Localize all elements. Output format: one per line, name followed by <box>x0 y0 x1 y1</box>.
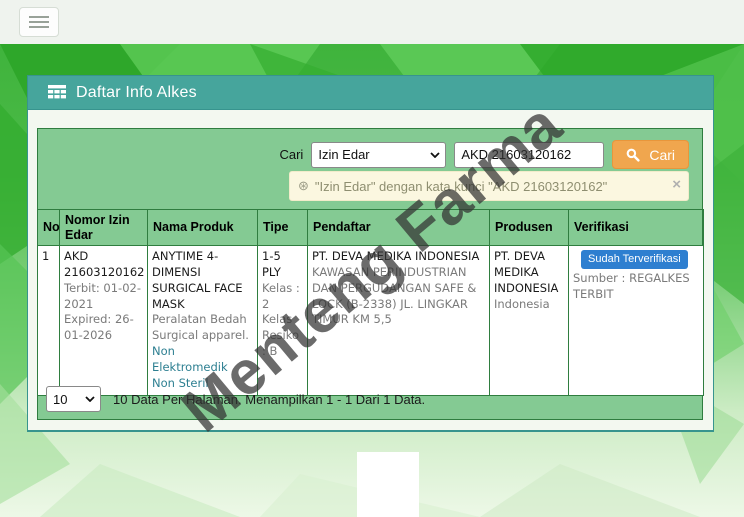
pagination-summary: 10 Data Per Halaman. Menampilkan 1 - 1 D… <box>113 391 426 407</box>
search-query-input[interactable] <box>454 141 605 168</box>
cell-verifikasi: Sudah Terverifikasi Sumber : REGALKES TE… <box>568 245 704 396</box>
filter-alert: ⊛ "Izin Edar" dengan kata kunci "AKD 216… <box>289 171 689 201</box>
column-header-tipe: Tipe <box>257 209 308 246</box>
cell-pendaftar: PT. DEVA MEDIKA INDONESIA KAWASAN PERIND… <box>307 245 490 396</box>
produk-tag-non-elektromedik: Non Elektromedik <box>152 344 228 375</box>
page-title: Daftar Info Alkes <box>76 83 197 101</box>
produsen-country: Indonesia <box>494 296 550 311</box>
page-size-select[interactable]: 10 <box>46 386 101 412</box>
hamburger-menu-button[interactable] <box>19 7 59 37</box>
hamburger-icon <box>29 21 49 23</box>
hamburger-icon <box>29 26 49 28</box>
cell-nomor-izin-edar: AKD 21603120162 Terbit: 01-02-2021 Expir… <box>59 245 148 396</box>
status-badge: Sudah Terverifikasi <box>581 250 688 270</box>
search-filter-select[interactable]: Izin Edar <box>311 141 447 168</box>
search-button[interactable]: Cari <box>612 140 689 169</box>
cell-tipe: 1-5 PLY Kelas : 2 Kelas Resiko : B <box>257 245 308 396</box>
column-header-nomor-izin-edar: Nomor Izin Edar <box>59 209 148 246</box>
cell-nama-produk: ANYTIME 4-DIMENSI SURGICAL FACE MASK Per… <box>147 245 258 396</box>
column-header-produsen: Produsen <box>489 209 569 246</box>
cell-no: 1 <box>37 245 60 396</box>
filter-alert-message: "Izin Edar" dengan kata kunci "AKD 21603… <box>314 178 608 194</box>
search-button-label: Cari <box>649 146 675 163</box>
column-header-pendaftar: Pendaftar <box>307 209 490 246</box>
pendaftar-address: KAWASAN PERINDUSTRIAN DAN PERGUDANGAN SA… <box>312 264 477 327</box>
tipe-type: 1-5 PLY <box>262 249 281 279</box>
produk-name: ANYTIME 4-DIMENSI SURGICAL FACE MASK <box>152 249 243 311</box>
results-table: No Nomor Izin Edar Nama Produk Tipe Pend… <box>37 209 704 396</box>
izin-number: AKD 21603120162 <box>64 249 145 279</box>
panel-header: Daftar Info Alkes <box>28 76 713 110</box>
search-form: Cari Izin Edar AKD 21603120162 Cari <box>279 140 689 169</box>
pagination-bar: 10 10 Data Per Halaman. Menampilkan 1 - … <box>46 386 425 412</box>
tipe-kelas: Kelas : 2 <box>262 280 300 311</box>
close-icon[interactable]: × <box>672 177 681 192</box>
hamburger-icon <box>29 16 49 18</box>
izin-expired: Expired: 26-01-2026 <box>64 312 134 343</box>
column-header-nama-produk: Nama Produk <box>147 209 258 246</box>
produk-category: Peralatan Bedah Surgical apparel. <box>152 312 249 343</box>
top-navbar <box>0 0 744 44</box>
content-box: Cari Izin Edar AKD 21603120162 Cari ⊛ "I… <box>37 128 704 420</box>
column-header-no: No <box>37 209 60 246</box>
search-icon <box>626 148 640 162</box>
page: Daftar Info Alkes Cari Izin Edar AKD 216… <box>0 0 744 517</box>
table-row: 1 AKD 21603120162 Terbit: 01-02-2021 Exp… <box>37 245 704 396</box>
izin-terbit: Terbit: 01-02-2021 <box>64 280 141 311</box>
search-label: Cari <box>279 147 304 162</box>
table-grid-icon <box>48 85 66 100</box>
table-header-row: No Nomor Izin Edar Nama Produk Tipe Pend… <box>37 209 704 246</box>
daftar-info-alkes-panel: Daftar Info Alkes Cari Izin Edar AKD 216… <box>27 75 714 432</box>
cell-produsen: PT. DEVA MEDIKA INDONESIA Indonesia <box>489 245 569 396</box>
verifikasi-sumber: Sumber : REGALKES TERBIT <box>573 271 690 302</box>
filter-remove-icon[interactable]: ⊛ <box>298 178 309 194</box>
tipe-kelas-resiko: Kelas Resiko : B <box>262 312 300 359</box>
background-artifact <box>357 452 419 517</box>
column-header-verifikasi: Verifikasi <box>568 209 704 246</box>
pendaftar-name: PT. DEVA MEDIKA INDONESIA <box>312 249 480 263</box>
produsen-name: PT. DEVA MEDIKA INDONESIA <box>494 249 559 295</box>
